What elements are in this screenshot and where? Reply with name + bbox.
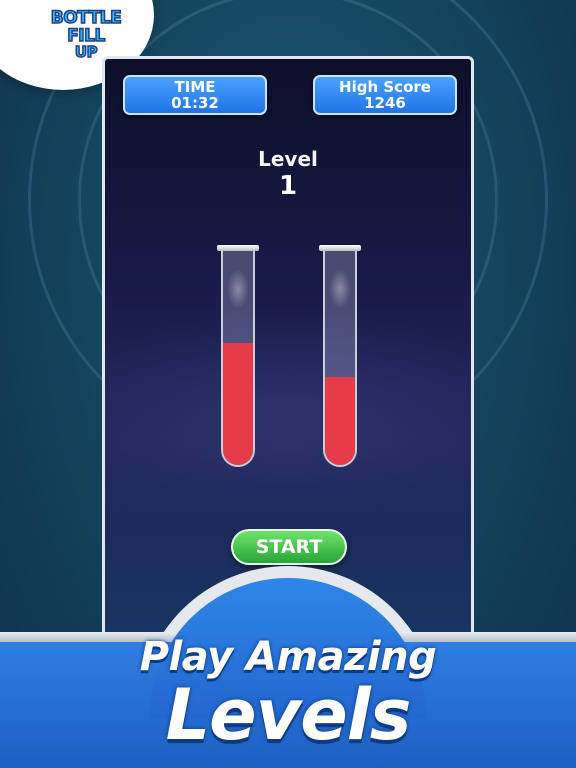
time-panel: TIME 01:32 bbox=[123, 75, 267, 115]
logo-text-bottle: BOTTLE bbox=[50, 7, 122, 28]
logo-text-fill: FILL bbox=[66, 25, 106, 46]
tube-highlight bbox=[329, 269, 351, 309]
level-label: Level bbox=[258, 147, 318, 171]
time-label: TIME bbox=[174, 78, 216, 96]
tube-body bbox=[323, 251, 357, 467]
high-score-value: 1246 bbox=[364, 94, 406, 112]
tube-body bbox=[221, 251, 255, 467]
high-score-panel: High Score 1246 bbox=[313, 75, 457, 115]
level-number: 1 bbox=[278, 171, 298, 201]
high-score-label: High Score bbox=[339, 78, 431, 96]
test-tube[interactable] bbox=[319, 245, 361, 471]
tube-liquid bbox=[325, 377, 355, 465]
start-button[interactable]: START bbox=[231, 529, 347, 565]
game-logo: BOTTLE FILL UP bbox=[44, 4, 128, 64]
tube-highlight bbox=[227, 269, 249, 309]
promo-subheadline: Levels bbox=[165, 674, 412, 756]
time-value: 01:32 bbox=[171, 94, 219, 112]
tube-liquid bbox=[223, 343, 253, 465]
test-tube[interactable] bbox=[217, 245, 259, 471]
logo-text-up: UP bbox=[74, 42, 98, 61]
